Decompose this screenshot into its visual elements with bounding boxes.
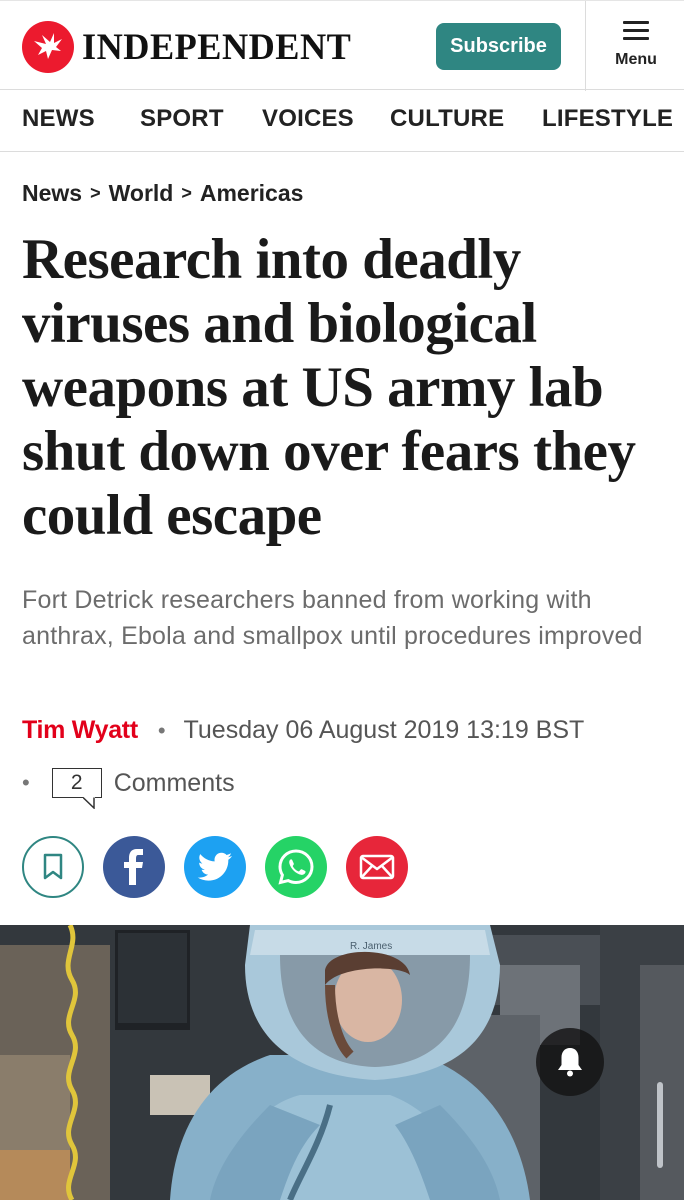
notifications-button[interactable] xyxy=(536,1028,604,1096)
nav-item-voices[interactable]: VOICES xyxy=(262,105,354,133)
comments-label: Comments xyxy=(113,768,235,797)
twitter-icon xyxy=(197,852,232,881)
author-link[interactable]: Tim Wyatt xyxy=(22,716,138,745)
nav-item-news[interactable]: NEWS xyxy=(22,105,95,133)
header-divider xyxy=(585,1,586,91)
comment-count: 2 xyxy=(70,771,83,794)
comments-link[interactable]: • 2 Comments xyxy=(22,768,235,809)
bookmark-icon xyxy=(43,853,63,880)
facebook-icon xyxy=(124,849,143,885)
byline-bullet: • xyxy=(157,717,166,743)
helmet-label: R. James xyxy=(350,941,392,952)
logo-wordmark: INDEPENDENT xyxy=(82,26,352,68)
email-icon xyxy=(359,854,395,880)
nav-item-culture[interactable]: CULTURE xyxy=(390,105,504,133)
article-standfirst: Fort Detrick researchers banned from wor… xyxy=(22,586,643,650)
share-bar xyxy=(22,836,427,898)
bell-icon xyxy=(558,1048,582,1077)
menu-label: Menu xyxy=(615,51,657,68)
nav-item-sport[interactable]: SPORT xyxy=(140,105,224,133)
section-nav: NEWS SPORT VOICES CULTURE LIFESTYLE xyxy=(0,90,684,152)
byline: Tim Wyatt • Tuesday 06 August 2019 13:19… xyxy=(22,716,584,745)
subscribe-button[interactable]: Subscribe xyxy=(436,23,561,70)
facebook-share-button[interactable] xyxy=(103,836,165,898)
bookmark-button[interactable] xyxy=(22,836,84,898)
comment-count-icon: 2 xyxy=(51,768,102,809)
publish-date: Tuesday 06 August 2019 13:19 BST xyxy=(183,716,585,744)
breadcrumb-americas[interactable]: Americas xyxy=(200,180,304,207)
whatsapp-icon xyxy=(278,849,314,885)
hamburger-icon xyxy=(623,21,649,41)
nav-item-lifestyle[interactable]: LIFESTYLE xyxy=(542,105,673,133)
email-share-button[interactable] xyxy=(346,836,408,898)
article-headline: Research into deadly viruses and biologi… xyxy=(22,228,636,547)
comments-bullet: • xyxy=(22,770,30,795)
breadcrumb-separator: > xyxy=(181,183,192,203)
site-logo[interactable]: INDEPENDENT xyxy=(22,21,357,73)
site-header: INDEPENDENT Subscribe Menu xyxy=(0,0,684,91)
breadcrumb-news[interactable]: News xyxy=(22,180,82,207)
eagle-logo-icon xyxy=(22,21,74,73)
menu-button[interactable]: Menu xyxy=(598,21,674,73)
twitter-share-button[interactable] xyxy=(184,836,246,898)
whatsapp-share-button[interactable] xyxy=(265,836,327,898)
breadcrumb-world[interactable]: World xyxy=(109,180,174,207)
breadcrumb: News > World > Americas xyxy=(22,180,303,207)
breadcrumb-separator: > xyxy=(90,183,101,203)
